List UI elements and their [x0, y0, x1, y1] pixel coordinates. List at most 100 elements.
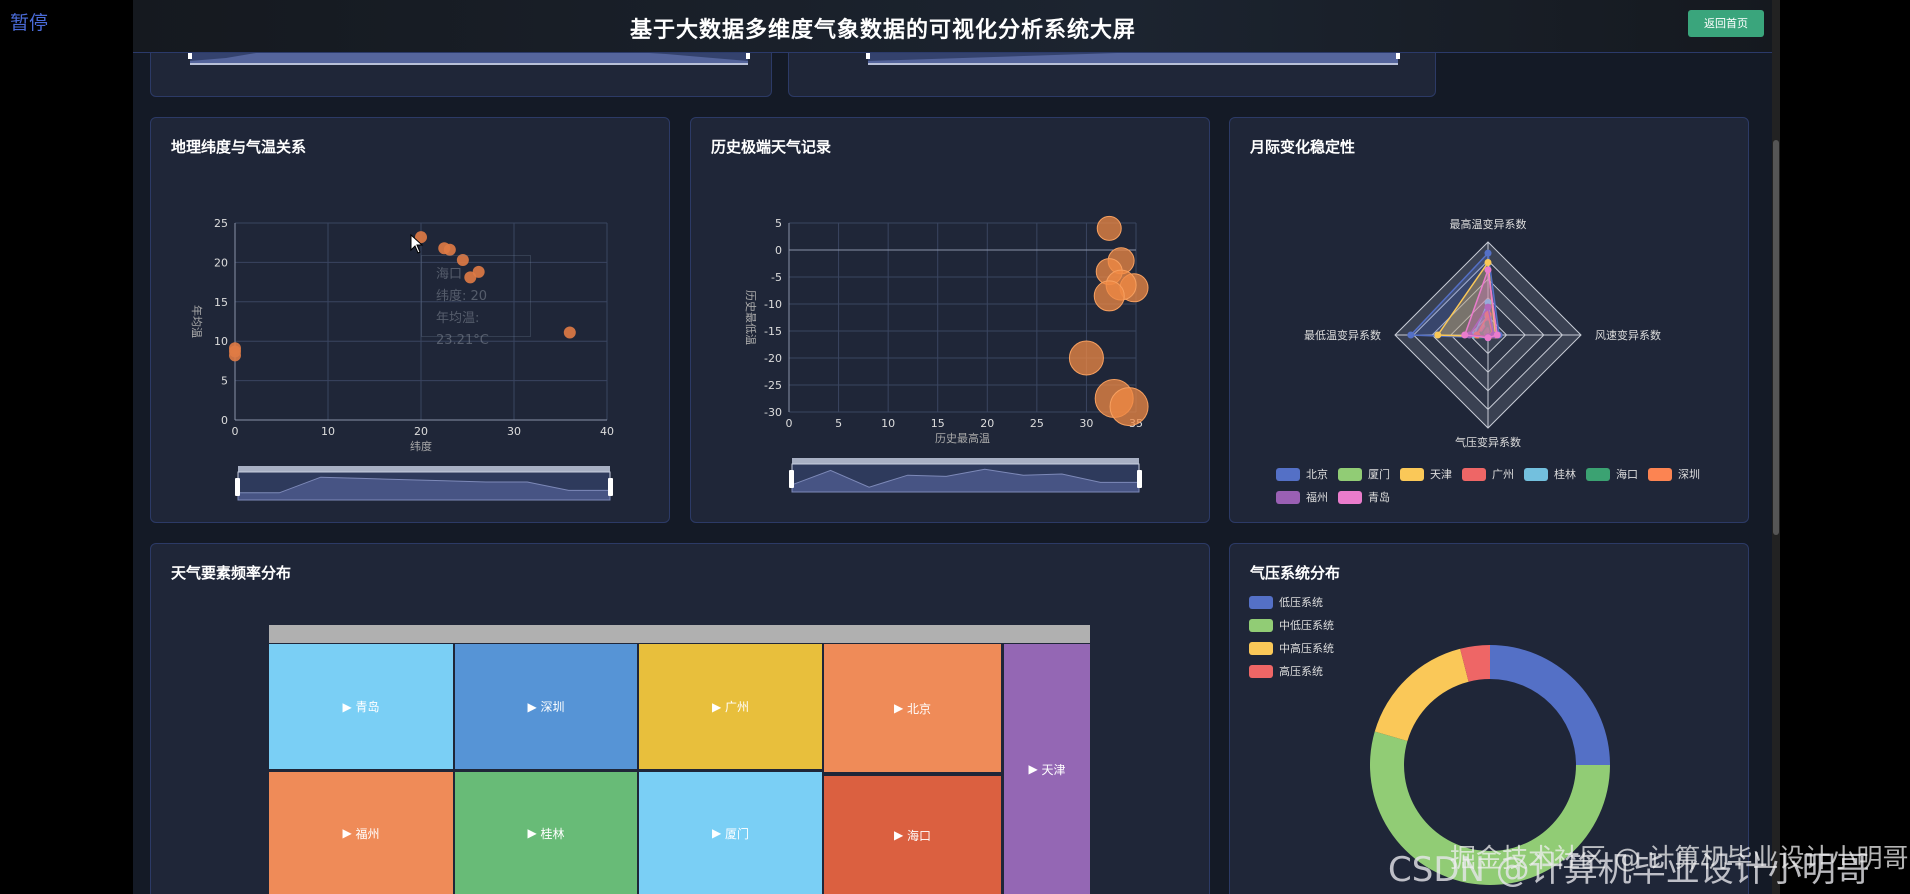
y-tick-label: -30	[764, 406, 782, 419]
legend-swatch	[1276, 490, 1300, 504]
treemap-node-深圳[interactable]: ▶ 深圳	[455, 644, 637, 769]
legend-item-青岛[interactable]: 青岛	[1338, 489, 1390, 505]
treemap-node-天津[interactable]: ▶ 天津	[1004, 644, 1090, 894]
legend-label: 低压系统	[1279, 596, 1323, 609]
legend-item-桂林[interactable]: 桂林	[1524, 466, 1576, 482]
slider-handle-left	[235, 478, 240, 496]
slider-handle-right	[1137, 470, 1142, 488]
slider-handle-right	[608, 478, 613, 496]
tooltip-latitude: 纬度: 20	[436, 289, 488, 304]
treemap-node-label: 天津	[1041, 762, 1066, 777]
datazoom-slider[interactable]	[235, 466, 613, 501]
x-axis-title: 纬度	[410, 439, 432, 453]
x-tick-label: 10	[881, 417, 895, 430]
treemap-node-广州[interactable]: ▶ 广州	[639, 644, 822, 769]
legend-swatch	[1338, 490, 1362, 504]
x-tick-label: 0	[232, 425, 239, 438]
legend-label: 北京	[1306, 468, 1328, 481]
radar-indicator-label: 风速变异系数	[1595, 328, 1661, 342]
x-tick-label: 40	[600, 425, 614, 438]
radar-point	[1493, 331, 1501, 339]
tooltip-city: 海口	[436, 267, 463, 282]
radar-point	[1434, 331, 1442, 339]
legend-swatch	[1276, 467, 1300, 481]
legend-label: 高压系统	[1279, 665, 1323, 678]
bubble-point	[1068, 340, 1104, 376]
x-tick-label: 0	[786, 417, 793, 430]
y-tick-label: 25	[214, 217, 228, 230]
legend-swatch	[1249, 641, 1273, 655]
legend-item-低压系统[interactable]: 低压系统	[1249, 594, 1323, 610]
radar-point	[1484, 334, 1492, 342]
mouse-cursor	[410, 233, 424, 258]
radar-point	[1484, 249, 1492, 257]
legend-swatch	[1249, 618, 1273, 632]
treemap-node-青岛[interactable]: ▶ 青岛	[269, 644, 453, 769]
scatter-point	[563, 326, 576, 339]
legend-swatch	[1400, 467, 1424, 481]
legend-label: 天津	[1430, 468, 1452, 481]
legend-item-福州[interactable]: 福州	[1276, 489, 1328, 505]
y-axis-title: 年均温	[190, 305, 204, 338]
play-icon: ▶	[893, 701, 908, 715]
play-icon: ▶	[342, 699, 356, 714]
treemap-node-label: 北京	[907, 701, 932, 716]
legend-item-天津[interactable]: 天津	[1400, 466, 1452, 482]
y-axis-title: 历史最低温	[744, 290, 757, 345]
x-tick-label: 15	[931, 417, 945, 430]
y-tick-label: -25	[764, 379, 782, 392]
legend-item-高压系统[interactable]: 高压系统	[1249, 663, 1323, 679]
legend-label: 青岛	[1368, 491, 1390, 504]
play-icon: ▶	[527, 826, 541, 840]
treemap-breadcrumb-bar[interactable]	[269, 625, 1090, 643]
scatter-point	[229, 342, 241, 355]
legend-item-海口[interactable]: 海口	[1586, 466, 1638, 482]
radar-indicator-label: 最高温变异系数	[1450, 217, 1527, 231]
treemap-node-label: 广州	[725, 700, 750, 714]
x-tick-label: 30	[507, 425, 521, 438]
datazoom-slider[interactable]	[789, 458, 1142, 493]
scatter-tooltip: 海口 纬度: 20 年均温: 23.21°C	[421, 255, 531, 348]
treemap-node-福州[interactable]: ▶ 福州	[269, 772, 453, 894]
watermark-secondary: 掘金技术社区 @ 计算机毕业设计小明哥	[1450, 844, 1909, 874]
legend-swatch	[1586, 467, 1610, 481]
x-tick-label: 30	[1079, 417, 1093, 430]
x-tick-label: 10	[321, 425, 335, 438]
y-tick-label: -10	[764, 298, 782, 311]
pie-slice-低压系统	[1490, 645, 1610, 765]
treemap-node-厦门[interactable]: ▶ 厦门	[639, 772, 822, 894]
slider-handle-left	[789, 470, 794, 488]
y-tick-label: 0	[775, 244, 782, 257]
treemap-node-label: 厦门	[725, 826, 750, 841]
play-icon: ▶	[1028, 762, 1042, 776]
x-axis-title: 历史最高温	[935, 431, 990, 445]
legend-label: 中高压系统	[1279, 642, 1334, 655]
legend-item-厦门[interactable]: 厦门	[1338, 466, 1390, 482]
legend-item-广州[interactable]: 广州	[1462, 466, 1514, 482]
radar-point	[1461, 331, 1469, 339]
legend-label: 广州	[1492, 468, 1514, 481]
y-tick-label: -20	[764, 352, 782, 365]
treemap-node-桂林[interactable]: ▶ 桂林	[455, 772, 637, 894]
treemap-node-北京[interactable]: ▶ 北京	[824, 644, 1001, 772]
legend-label: 海口	[1616, 468, 1638, 481]
slider-handle-bar	[238, 466, 610, 472]
legend-item-深圳[interactable]: 深圳	[1648, 466, 1700, 482]
treemap-node-海口[interactable]: ▶ 海口	[824, 776, 1001, 894]
bubble-point	[1093, 280, 1125, 312]
x-tick-label: 20	[980, 417, 994, 430]
pause-button[interactable]: 暂停	[10, 8, 48, 35]
scrollbar-thumb[interactable]	[1773, 140, 1779, 535]
radar-indicator-label: 气压变异系数	[1455, 435, 1521, 449]
legend-label: 福州	[1306, 491, 1328, 504]
x-tick-label: 25	[1030, 417, 1044, 430]
x-tick-label: 20	[414, 425, 428, 438]
play-icon: ▶	[711, 699, 726, 714]
legend-item-北京[interactable]: 北京	[1276, 466, 1328, 482]
bubble-point	[1096, 215, 1122, 241]
scatter-point	[443, 243, 456, 256]
legend-item-中高压系统[interactable]: 中高压系统	[1249, 640, 1334, 656]
pie-slice-中高压系统	[1374, 648, 1469, 742]
legend-item-中低压系统[interactable]: 中低压系统	[1249, 617, 1334, 633]
y-tick-label: 10	[214, 335, 228, 348]
